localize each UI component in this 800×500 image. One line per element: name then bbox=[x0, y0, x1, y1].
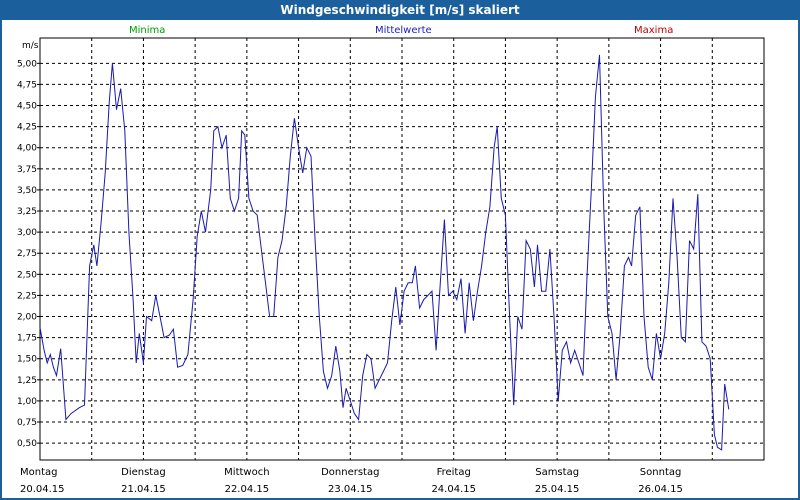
y-tick-label: 3,00 bbox=[17, 228, 37, 238]
y-tick-label: 0,50 bbox=[17, 439, 37, 449]
y-tick-label: 0,75 bbox=[17, 418, 37, 428]
x-tick-day-label: Donnerstag bbox=[321, 467, 379, 478]
y-tick-label: 5,00 bbox=[17, 59, 37, 69]
y-tick-label: 1,25 bbox=[17, 376, 37, 386]
x-tick-date-label: 26.04.15 bbox=[638, 484, 683, 495]
y-tick-label: 4,50 bbox=[17, 102, 37, 112]
x-tick-date-label: 24.04.15 bbox=[431, 484, 476, 495]
chart-window: Windgeschwindigkeit [m/s] skaliert Minim… bbox=[0, 0, 800, 500]
y-tick-label: 1,50 bbox=[17, 355, 37, 365]
y-tick-label: 2,00 bbox=[17, 313, 37, 323]
y-tick-label: 4,25 bbox=[17, 123, 37, 133]
y-tick-label: 2,50 bbox=[17, 270, 37, 280]
x-tick-date-label: 21.04.15 bbox=[121, 484, 166, 495]
y-tick-label: 2,75 bbox=[17, 249, 37, 259]
x-tick-date-label: 25.04.15 bbox=[535, 484, 580, 495]
y-tick-label: 3,75 bbox=[17, 165, 37, 175]
x-tick-date-label: 20.04.15 bbox=[20, 484, 65, 495]
x-tick-day-label: Samstag bbox=[535, 467, 579, 478]
y-tick-label: 2,25 bbox=[17, 291, 37, 301]
y-tick-label: 4,00 bbox=[17, 144, 37, 154]
x-tick-date-label: 23.04.15 bbox=[328, 484, 373, 495]
x-tick-day-label: Dienstag bbox=[121, 467, 166, 478]
x-tick-day-label: Mittwoch bbox=[224, 467, 269, 478]
wind-speed-chart: m/s 0,50 0,75 1,00 1,25 1,50 1,75 2,00 2,25 2,50 2… bbox=[17, 37, 765, 495]
y-axis-unit: m/s bbox=[22, 41, 39, 51]
y-tick-label: 1,00 bbox=[17, 397, 37, 407]
y-tick-label: 4,75 bbox=[17, 80, 37, 90]
y-tick-label: 3,25 bbox=[17, 207, 37, 217]
x-tick-day-label: Freitag bbox=[437, 467, 471, 478]
y-tick-label: 1,75 bbox=[17, 334, 37, 344]
x-tick-day-label: Sonntag bbox=[640, 467, 682, 478]
chart-panel: Minima Mittelwerte Maxima m/s 0,50 0,75 1,0… bbox=[2, 20, 798, 498]
y-tick-label: 3,50 bbox=[17, 186, 37, 196]
x-tick-day-label: Montag bbox=[20, 467, 57, 478]
window-title: Windgeschwindigkeit [m/s] skaliert bbox=[280, 3, 520, 17]
x-tick-date-label: 22.04.15 bbox=[225, 484, 270, 495]
